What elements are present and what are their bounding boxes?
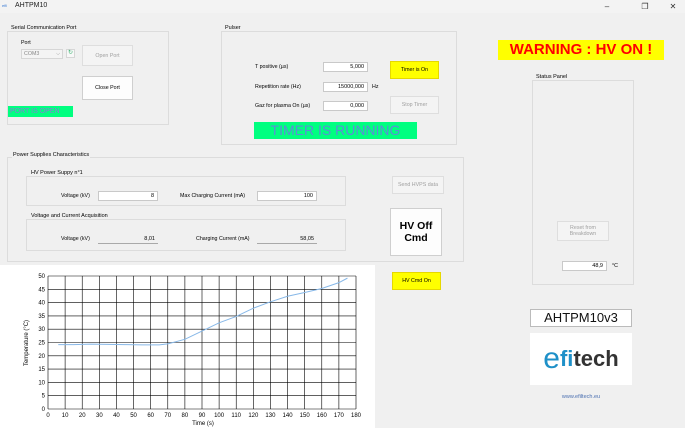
temperature-readout: 48,9 xyxy=(562,261,607,271)
close-icon[interactable]: ✕ xyxy=(662,0,684,13)
app-icon: efil xyxy=(2,3,8,8)
chart-x-tick-label: 140 xyxy=(283,413,294,419)
chart-x-tick-label: 0 xyxy=(46,413,50,419)
power-supplies-label: Power Supplies Characteristics xyxy=(12,152,91,158)
chart-x-tick-label: 90 xyxy=(199,413,206,419)
chart-x-tick-label: 170 xyxy=(334,413,345,419)
open-port-button[interactable]: Open Port xyxy=(82,45,133,66)
status-panel-group xyxy=(532,80,634,285)
acq-current-label: Charging Current (mA) xyxy=(196,236,250,242)
chart-x-tick-label: 160 xyxy=(317,413,328,419)
chart-x-axis-label: Time (s) xyxy=(192,421,214,427)
port-label: Port xyxy=(21,40,31,46)
chart-y-tick-label: 20 xyxy=(38,354,45,360)
send-hvps-button[interactable]: Send HVPS data xyxy=(392,176,444,194)
version-label: AHTPM10v3 xyxy=(530,309,632,327)
max-current-label: Max Charging Current (mA) xyxy=(180,193,246,199)
chart-y-tick-label: 30 xyxy=(38,327,45,333)
hv-off-line2: Cmd xyxy=(404,232,428,244)
logo-e: e xyxy=(543,342,560,375)
hv-off-line1: HV Off xyxy=(399,220,433,232)
acq-voltage-readout: 8,01 xyxy=(98,235,158,244)
chart-x-tick-label: 110 xyxy=(231,413,241,419)
chart-x-tick-label: 180 xyxy=(351,413,362,419)
rep-rate-input[interactable]: 15000,000 xyxy=(323,82,368,92)
chart-x-tick-label: 80 xyxy=(182,413,189,419)
temperature-series-line xyxy=(58,277,348,346)
chart-x-tick-label: 120 xyxy=(248,413,259,419)
chart-x-tick-label: 130 xyxy=(265,413,276,419)
chart-y-tick-label: 40 xyxy=(38,301,45,307)
close-port-button[interactable]: Close Port xyxy=(82,76,133,100)
acquisition-label: Voltage and Current Acquisition xyxy=(30,213,109,219)
temperature-chart-svg: 0 10 20 30 40 50 60 70 80 90 100 110 120 130 140 150 160… xyxy=(24,274,362,427)
gaz-input[interactable]: 0,000 xyxy=(323,101,368,111)
reset-breakdown-button[interactable]: Reset from Breakdown xyxy=(557,221,609,241)
window-title: AHTPM10 xyxy=(15,2,48,9)
chart-x-tick-label: 50 xyxy=(130,413,137,419)
chart-y-tick-label: 10 xyxy=(38,380,45,386)
hv-supply-label: HV Power Suppy n°1 xyxy=(30,170,84,176)
chart-y-tick-label: 5 xyxy=(42,394,46,400)
status-panel-label: Status Panel xyxy=(535,74,569,80)
t-positive-input[interactable]: 5,000 xyxy=(323,62,368,72)
t-positive-label: T positive (µs) xyxy=(255,64,289,70)
pulser-group-label: Pulser xyxy=(224,25,242,31)
rep-rate-unit: Hz xyxy=(372,84,379,90)
logo-tech: tech xyxy=(573,346,619,371)
chart-y-axis-label: Temperature (°C) xyxy=(24,320,30,366)
company-logo: e fi tech xyxy=(530,333,632,385)
chart-y-tick-label: 50 xyxy=(38,274,45,280)
chevron-down-icon: ⌵ xyxy=(55,51,60,57)
website-link[interactable]: www.efiltech.eu xyxy=(530,394,632,400)
chart-x-tick-label: 20 xyxy=(79,413,86,419)
max-current-input[interactable]: 100 xyxy=(257,191,317,201)
temperature-unit: °C xyxy=(612,263,618,269)
voltage-input[interactable]: 8 xyxy=(98,191,158,201)
chart-x-tick-label: 10 xyxy=(62,413,69,419)
chart-x-tick-label: 60 xyxy=(147,413,154,419)
port-select[interactable]: COM3 ⌵ xyxy=(21,49,63,59)
chart-y-tick-label: 25 xyxy=(38,341,45,347)
chart-x-tick-label: 70 xyxy=(164,413,171,419)
title-bar: efil AHTPM10 – ❐ ✕ xyxy=(0,0,685,13)
gaz-label: Gaz for plasma On (µs) xyxy=(255,103,311,109)
chart-y-tick-label: 0 xyxy=(42,407,46,413)
timer-status: TIMER IS RUNNING xyxy=(254,122,417,139)
serial-port-group-label: Serial Communication Port xyxy=(10,25,78,31)
chart-x-tick-label: 40 xyxy=(113,413,120,419)
acq-voltage-label: Voltage (kV) xyxy=(61,236,90,242)
chart-x-tick-label: 150 xyxy=(300,413,311,419)
temperature-chart: 0 10 20 30 40 50 60 70 80 90 100 110 120 130 140 150 160… xyxy=(0,265,375,428)
stop-timer-button[interactable]: Stop Timer xyxy=(390,96,439,114)
port-status: PORT IS OPEN xyxy=(8,106,73,117)
hv-cmd-on-button[interactable]: HV Cmd On xyxy=(392,272,441,290)
acq-current-readout: 58,05 xyxy=(257,235,317,244)
chart-y-tick-label: 45 xyxy=(38,287,45,293)
rep-rate-label: Repetition rate (Hz) xyxy=(255,84,301,90)
maximize-icon[interactable]: ❐ xyxy=(634,0,656,13)
port-select-value: COM3 xyxy=(24,51,40,57)
chart-y-tick-label: 15 xyxy=(38,367,45,373)
refresh-ports-icon[interactable]: ↻ xyxy=(66,49,75,58)
hv-off-cmd-button[interactable]: HV Off Cmd xyxy=(390,208,442,256)
hv-warning: WARNING : HV ON ! xyxy=(498,40,664,60)
chart-x-tick-label: 30 xyxy=(96,413,103,419)
minimize-icon[interactable]: – xyxy=(596,0,618,13)
chart-y-tick-label: 35 xyxy=(38,314,45,320)
chart-x-tick-label: 100 xyxy=(214,413,225,419)
logo-fi: fi xyxy=(559,346,574,371)
timer-on-button[interactable]: Timer is On xyxy=(390,61,439,79)
voltage-label: Voltage (kV) xyxy=(61,193,90,199)
